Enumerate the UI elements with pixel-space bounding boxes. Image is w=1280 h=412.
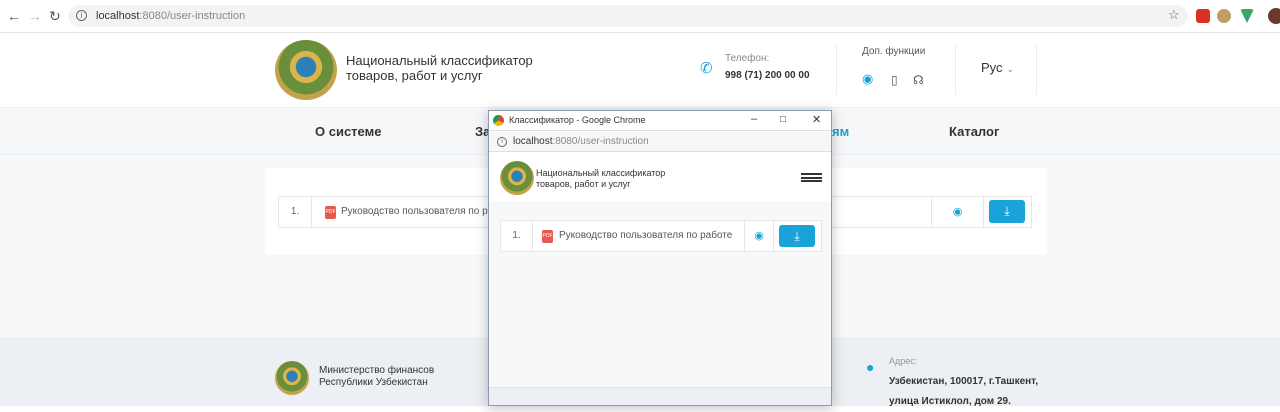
chevron-down-icon: ⌄ (1006, 64, 1015, 74)
address-text: Узбекистан, 100017, г.Ташкент, улица Ист… (889, 372, 1038, 412)
language-select[interactable]: Рус ⌄ (981, 60, 1014, 75)
download-icon: ⤓ (1004, 204, 1010, 218)
pdf-icon: PDF (542, 230, 553, 243)
popup-title-line2: товаров, работ и услуг (536, 179, 631, 189)
ministry-name: Министерство финансов Республики Узбекис… (319, 365, 434, 389)
address-line2: улица Истиклол, дом 29. (889, 396, 1011, 407)
phone-label: Телефон: (725, 53, 770, 64)
site-title-line1: Национальный классификатор (346, 53, 533, 68)
site-header: Национальный классификатор товаров, рабо… (0, 33, 1280, 107)
address-line1: Узбекистан, 100017, г.Ташкент, (889, 376, 1039, 387)
row-index: 1. (279, 197, 312, 227)
popup-page: Национальный классификатор товаров, рабо… (489, 153, 831, 387)
url-host: localhost (96, 10, 140, 22)
nav-item-catalog[interactable]: Каталог (949, 124, 999, 139)
hamburger-menu-icon[interactable] (801, 173, 822, 182)
eye-icon[interactable]: ◉ (931, 197, 983, 227)
eye-icon[interactable]: ◉ (862, 71, 873, 87)
address-label: Адрес: (889, 356, 918, 366)
site-title-line2: товаров, работ и услуг (346, 68, 483, 83)
popup-titlebar[interactable]: Классификатор - Google Chrome – □ ✕ (489, 111, 831, 131)
info-icon[interactable]: i (76, 10, 87, 21)
minimize-icon[interactable]: – (751, 113, 757, 125)
info-icon[interactable]: i (497, 137, 507, 147)
chrome-icon (493, 115, 504, 126)
extension-icon[interactable] (1217, 9, 1231, 23)
document-title[interactable]: Руководство пользователя по работе (559, 230, 732, 241)
close-icon[interactable]: ✕ (812, 113, 821, 126)
site-title[interactable]: Национальный классификатор товаров, рабо… (346, 53, 533, 83)
adblock-extension-icon[interactable] (1196, 9, 1210, 23)
back-icon[interactable]: ← (7, 8, 21, 24)
browser-toolbar: ← → ↻ i localhost:8080/user-instruction … (0, 0, 1280, 33)
row-index: 1. (501, 221, 533, 251)
header-divider (1036, 45, 1037, 95)
document-title[interactable]: Руководство пользователя по ра (341, 206, 493, 217)
vue-devtools-icon[interactable] (1240, 9, 1254, 23)
eye-icon[interactable]: ◉ (744, 221, 773, 251)
mobile-icon[interactable]: ▯ (891, 73, 898, 87)
maximize-icon[interactable]: □ (780, 114, 786, 125)
download-icon: ⤓ (794, 229, 800, 243)
extra-functions-label: Доп. функции (862, 46, 926, 57)
headphones-icon[interactable]: ☊ (913, 73, 924, 87)
popup-site-header: Национальный классификатор товаров, рабо… (489, 153, 831, 201)
popup-window: Классификатор - Google Chrome – □ ✕ i lo… (488, 110, 832, 406)
bookmark-star-icon[interactable]: ☆ (1168, 7, 1180, 23)
popup-title-line1: Национальный классификатор (536, 168, 666, 178)
popup-footer (489, 387, 831, 405)
download-button[interactable]: ⤓ (779, 225, 815, 247)
popup-site-title[interactable]: Национальный классификатор товаров, рабо… (536, 168, 665, 190)
popup-emblem-logo[interactable] (500, 161, 534, 195)
phone-icon: ✆ (700, 60, 713, 77)
state-emblem-logo[interactable] (275, 40, 337, 100)
popup-url-host: localhost (513, 136, 553, 147)
reload-icon[interactable]: ↻ (49, 8, 61, 24)
address-bar[interactable]: i localhost:8080/user-instruction (68, 5, 1188, 27)
popup-window-title: Классификатор - Google Chrome (509, 115, 646, 125)
ministry-line2: Республики Узбекистан (319, 377, 428, 388)
footer-emblem-logo (275, 361, 309, 395)
popup-url-path: :8080/user-instruction (552, 136, 649, 147)
language-label: Рус (981, 60, 1003, 75)
ministry-line1: Министерство финансов (319, 365, 435, 376)
table-row: 1. PDF Руководство пользователя по работ… (500, 220, 822, 252)
nav-item-users[interactable]: ям (832, 124, 849, 139)
header-divider (836, 45, 837, 95)
forward-icon[interactable]: → (28, 8, 42, 24)
header-divider (955, 45, 956, 95)
pdf-icon: PDF (325, 206, 336, 219)
download-button[interactable]: ⤓ (989, 200, 1025, 223)
popup-address-bar[interactable]: i localhost:8080/user-instruction (489, 132, 831, 152)
phone-number[interactable]: 998 (71) 200 00 00 (725, 70, 810, 81)
url-path: :8080/user-instruction (139, 10, 246, 22)
profile-avatar[interactable] (1268, 8, 1280, 24)
map-pin-icon: ● (866, 359, 875, 375)
nav-item-about[interactable]: О системе (315, 124, 381, 139)
